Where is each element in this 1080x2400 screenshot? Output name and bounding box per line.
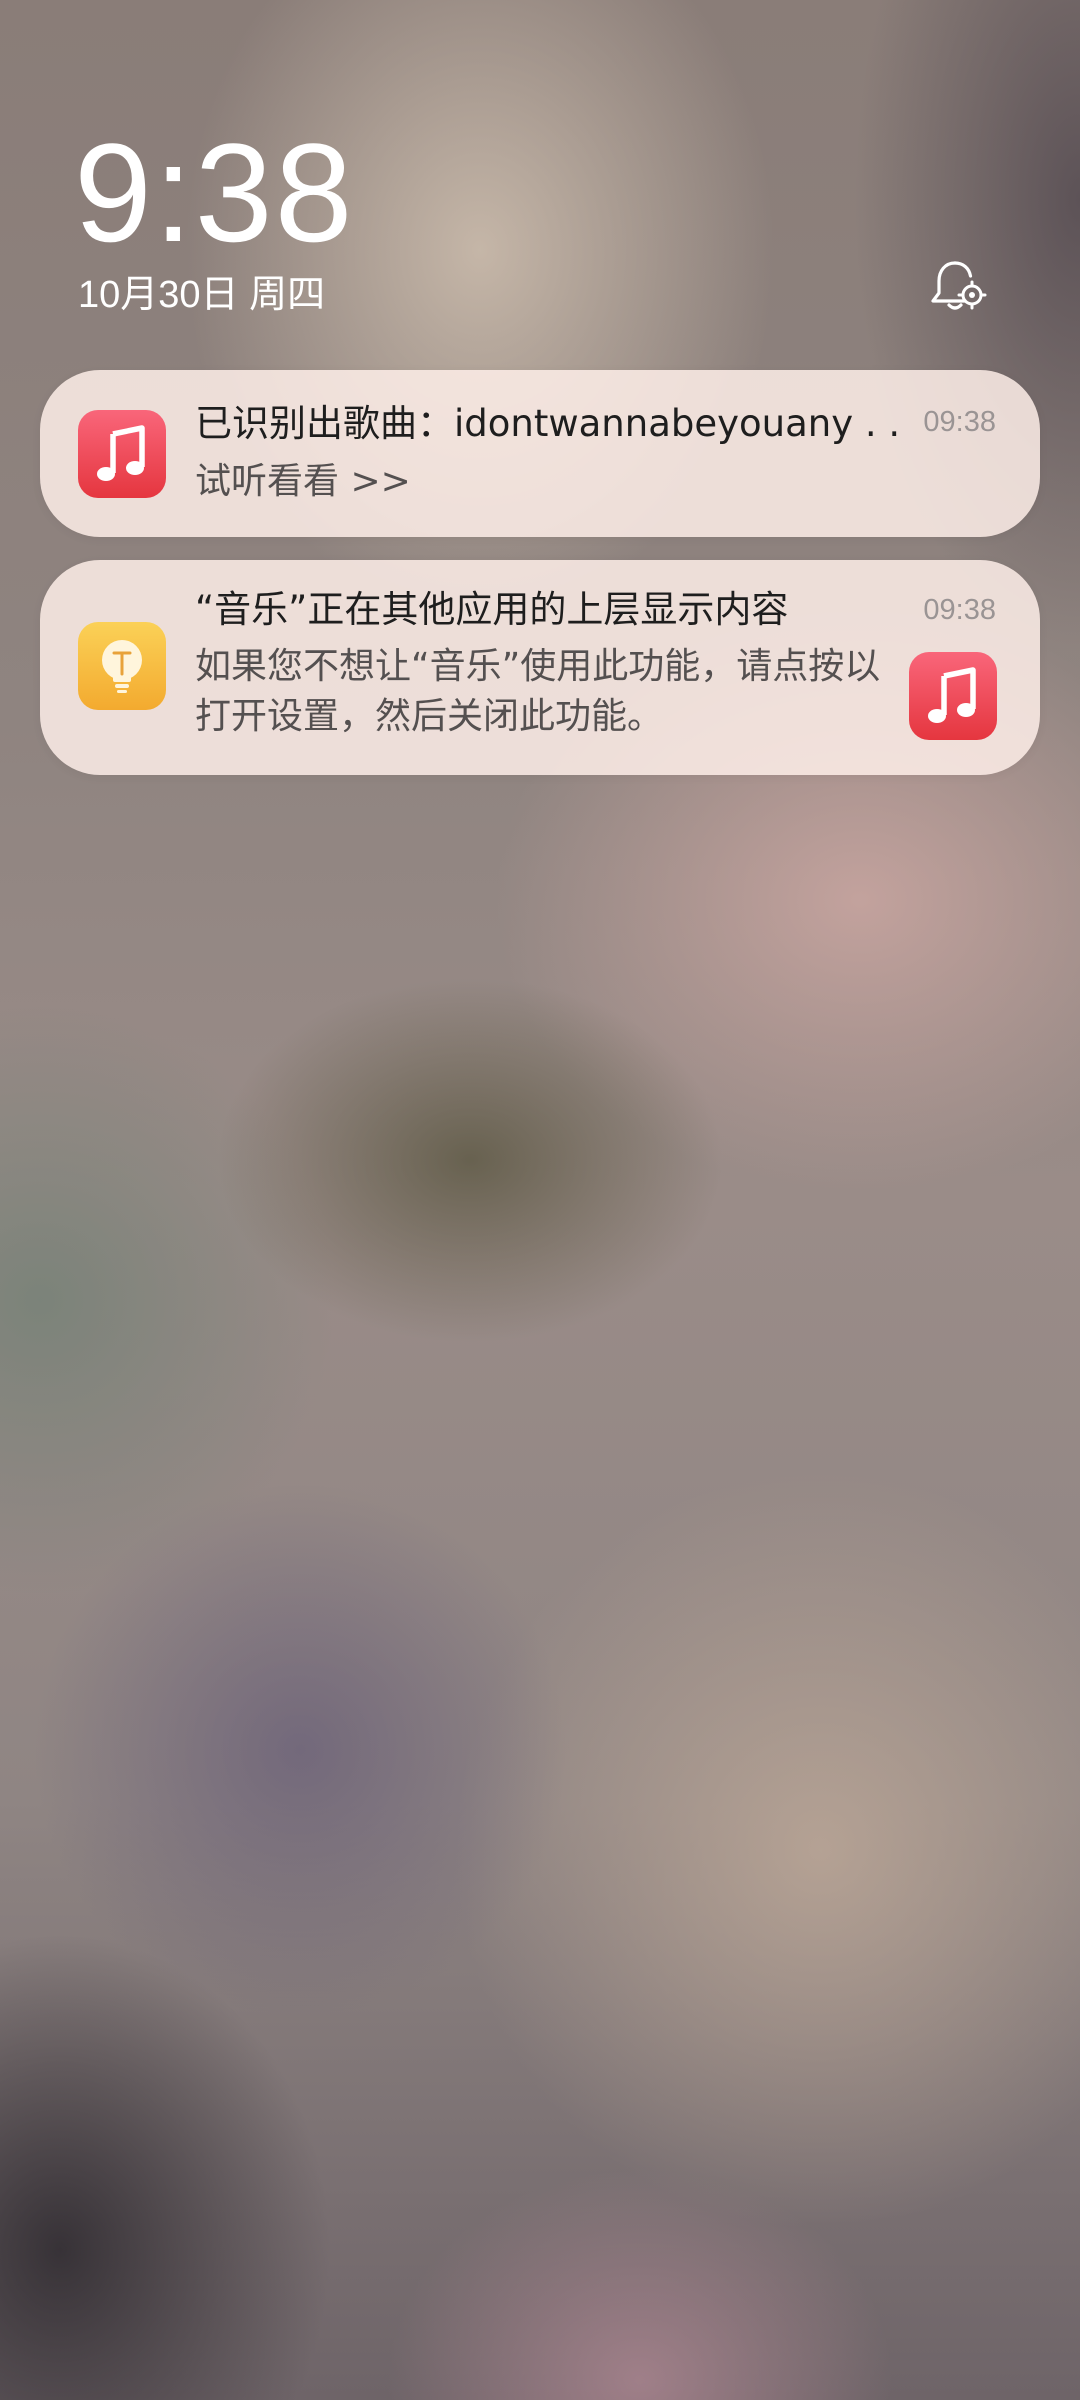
notification-overlay-permission[interactable]: “音乐”正在其他应用的上层显示内容 如果您不想让“音乐”使用此功能，请点按以打开… — [40, 560, 1040, 775]
lightbulb-tips-icon — [78, 622, 166, 710]
notification-body: 如果您不想让“音乐”使用此功能，请点按以打开设置，然后关闭此功能。 — [195, 646, 881, 737]
lockscreen-date: 10月30日 周四 — [78, 274, 326, 316]
notification-song-recognized[interactable]: 已识别出歌曲：idontwannabeyouany . . 试听看看 >> 09… — [40, 370, 1040, 537]
notification-body: 试听看看 >> — [195, 461, 411, 502]
notification-title: “音乐”正在其他应用的上层显示内容 — [195, 588, 789, 631]
music-note-icon — [909, 652, 997, 740]
lockscreen-clock: 9:38 — [74, 114, 355, 271]
notification-title: 已识别出歌曲：idontwannabeyouany . . — [195, 402, 901, 445]
music-note-icon — [78, 410, 166, 498]
bell-settings-icon[interactable] — [925, 255, 989, 319]
notification-time: 09:38 — [923, 406, 996, 438]
notification-time: 09:38 — [923, 594, 996, 626]
